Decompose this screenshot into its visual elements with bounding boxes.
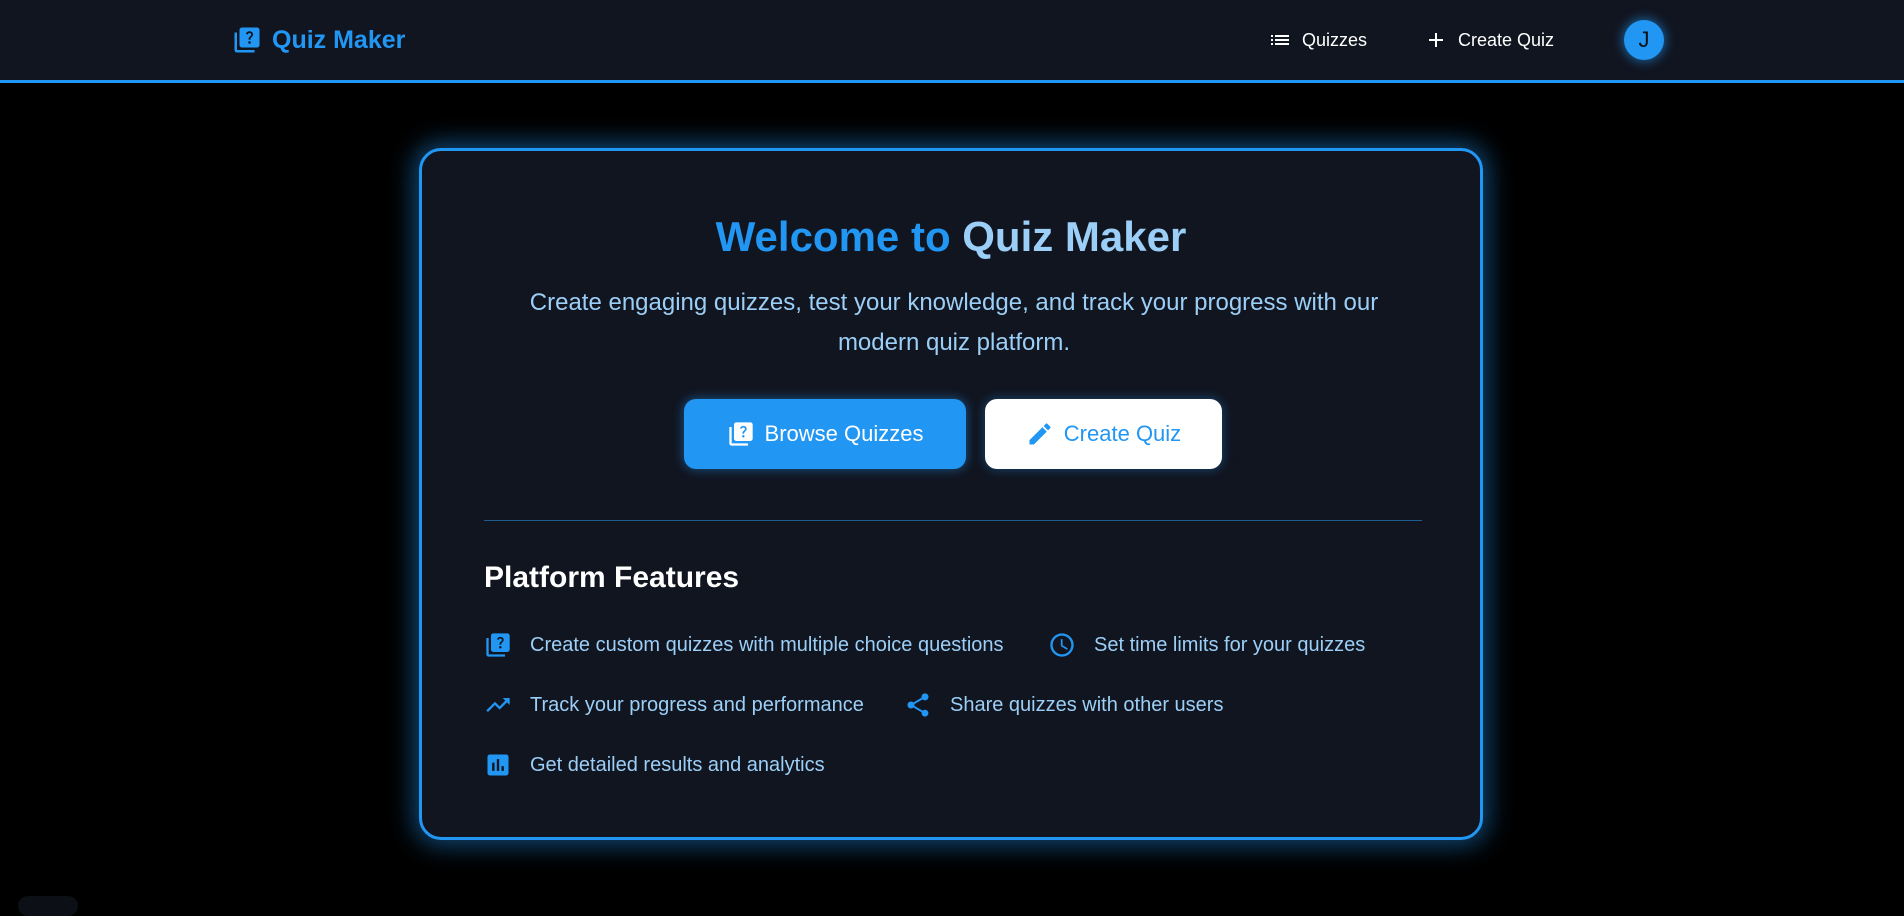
section-divider <box>484 520 1422 521</box>
create-quiz-label: Create Quiz <box>1063 421 1182 446</box>
pencil-icon <box>1029 423 1051 445</box>
welcome-card: Welcome to Quiz Maker Create engaging qu… <box>419 148 1483 840</box>
share-icon <box>907 693 929 717</box>
feature-text: Track your progress and performance <box>530 693 864 716</box>
page-subtitle: Create engaging quizzes, test your knowl… <box>529 289 1379 356</box>
browse-quizzes-button[interactable]: Browse Quizzes <box>684 399 966 469</box>
create-quiz-button[interactable]: Create Quiz <box>985 399 1222 469</box>
brand-link[interactable]: Quiz Maker <box>232 22 405 58</box>
nav-create-quiz-label: Create Quiz <box>1458 29 1555 50</box>
quiz-icon <box>728 422 753 446</box>
clock-icon <box>1050 633 1074 657</box>
page-title: Welcome to Quiz Maker <box>422 213 1480 261</box>
feature-text: Share quizzes with other users <box>950 693 1224 716</box>
title-rest: Quiz Maker <box>962 213 1187 260</box>
corner-overlay <box>18 896 78 916</box>
plus-icon <box>1429 33 1443 47</box>
feature-item: Track your progress and performance <box>484 689 864 721</box>
features-heading: Platform Features <box>484 561 740 594</box>
nav-quizzes-label: Quizzes <box>1302 29 1368 50</box>
feature-item: Share quizzes with other users <box>904 689 1223 721</box>
list-icon <box>1271 35 1289 45</box>
title-accent: Welcome to <box>715 213 951 260</box>
nav-create-quiz-link[interactable]: Create Quiz <box>1424 24 1554 56</box>
bar-chart-icon <box>487 754 509 776</box>
top-navbar: Quiz Maker Quizzes Create Quiz J <box>0 0 1904 83</box>
feature-text: Set time limits for your quizzes <box>1094 633 1366 656</box>
trending-up-icon <box>486 698 510 712</box>
quiz-icon <box>234 27 260 53</box>
feature-item: Set time limits for your quizzes <box>1048 629 1365 661</box>
nav-quizzes-link[interactable]: Quizzes <box>1268 24 1367 56</box>
feature-text: Get detailed results and analytics <box>530 753 825 776</box>
brand-name: Quiz Maker <box>272 25 406 54</box>
user-avatar[interactable]: J <box>1624 20 1664 60</box>
feature-text: Create custom quizzes with multiple choi… <box>530 633 1004 656</box>
browse-quizzes-label: Browse Quizzes <box>764 421 924 446</box>
feature-item: Get detailed results and analytics <box>484 749 825 781</box>
quiz-icon <box>486 633 510 657</box>
feature-item: Create custom quizzes with multiple choi… <box>484 629 1004 661</box>
